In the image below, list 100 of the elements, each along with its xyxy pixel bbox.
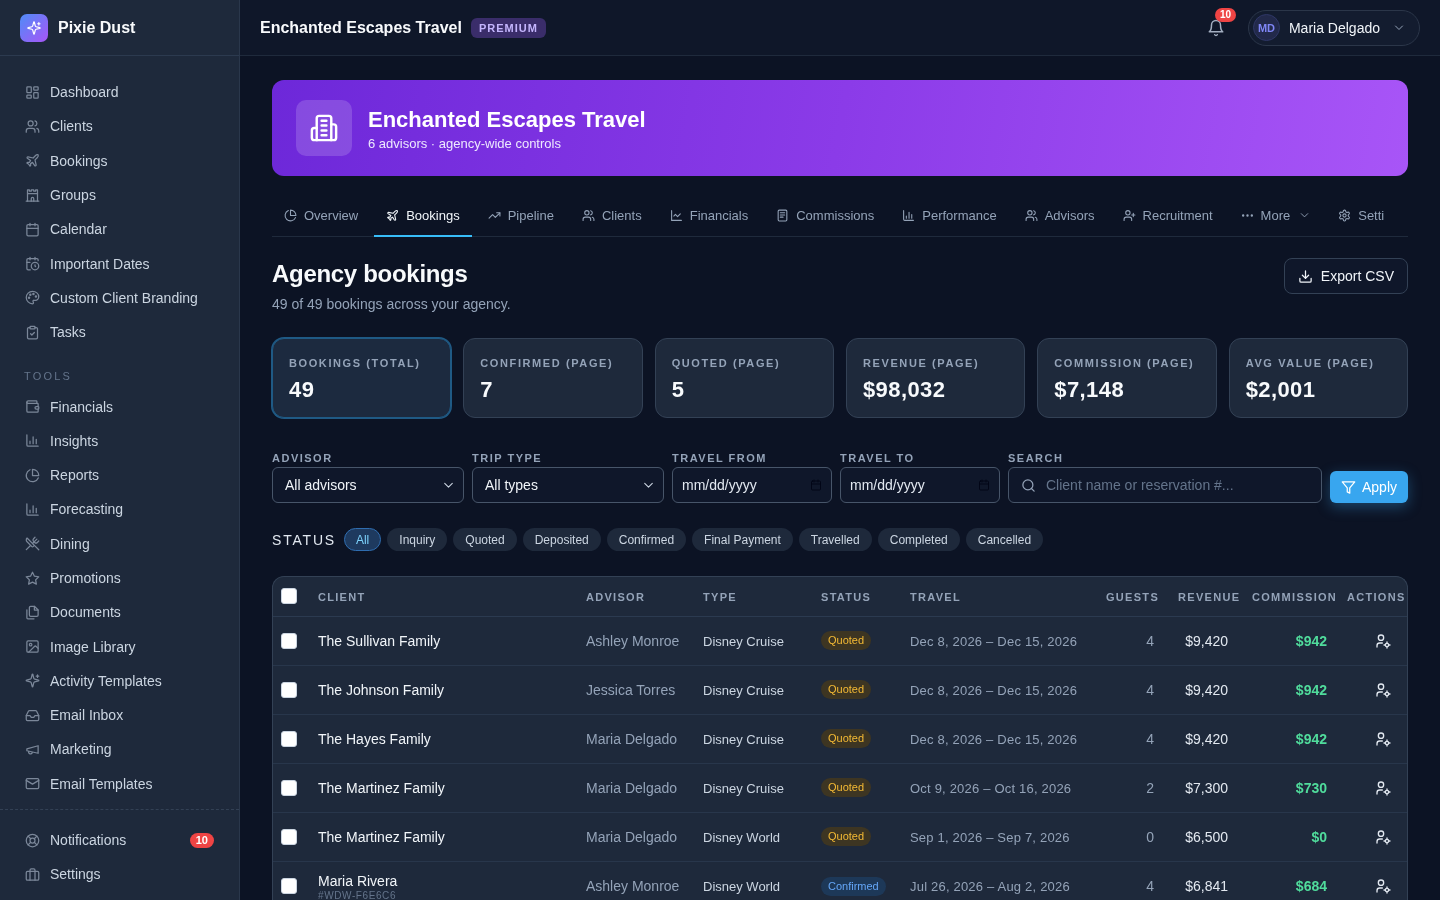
nav-link[interactable]: Bookings bbox=[0, 143, 239, 178]
user-gear-icon[interactable] bbox=[1375, 632, 1391, 649]
stat-card[interactable]: COMMISSION (PAGE) $7,148 bbox=[1037, 338, 1217, 418]
nav-link[interactable]: Forecasting bbox=[0, 492, 239, 527]
stat-card[interactable]: BOOKINGS (TOTAL) 49 bbox=[272, 338, 452, 418]
image-icon bbox=[25, 639, 40, 655]
tab[interactable]: Advisors bbox=[1012, 196, 1107, 237]
client-name: Maria Rivera bbox=[318, 871, 399, 890]
export-button[interactable]: Export CSV bbox=[1283, 258, 1408, 294]
download-icon bbox=[1297, 268, 1313, 284]
user-gear-icon[interactable] bbox=[1375, 878, 1391, 895]
filter-label: TRIP TYPE bbox=[472, 452, 544, 465]
nav-link[interactable]: Dining bbox=[0, 526, 239, 561]
user-gear-icon[interactable] bbox=[1375, 681, 1391, 698]
stat-card[interactable]: AVG VALUE (PAGE) $2,001 bbox=[1228, 338, 1408, 418]
tab[interactable]: Clients bbox=[569, 196, 654, 237]
nav-link[interactable]: Groups bbox=[0, 177, 239, 213]
status-badge: Confirmed bbox=[821, 876, 886, 896]
checkbox[interactable] bbox=[281, 681, 297, 698]
bell-icon[interactable] bbox=[1206, 18, 1225, 37]
nav-link[interactable]: Financials bbox=[0, 389, 239, 424]
agency-name: Enchanted Escapes Travel bbox=[260, 18, 462, 37]
travel-dates: Dec 8, 2026 – Dec 15, 2026 bbox=[910, 633, 1078, 649]
guest-count: 4 bbox=[1146, 681, 1154, 698]
stat-label: REVENUE (PAGE) bbox=[863, 356, 981, 370]
status-chip[interactable]: Quoted bbox=[453, 528, 517, 551]
status-badge: Quoted bbox=[821, 631, 872, 650]
checkbox[interactable] bbox=[281, 588, 297, 605]
wallet-icon bbox=[25, 399, 40, 414]
column-header: TRAVEL bbox=[910, 591, 961, 604]
status-chip[interactable]: Travelled bbox=[798, 528, 872, 551]
status-chip[interactable]: Completed bbox=[877, 528, 960, 551]
status-chip[interactable]: All bbox=[343, 528, 382, 551]
tab[interactable]: Setti bbox=[1326, 196, 1397, 237]
nav-link[interactable]: Email Inbox bbox=[0, 698, 239, 733]
nav-link[interactable]: Calendar bbox=[0, 212, 239, 247]
nav-link[interactable]: Dashboard bbox=[0, 75, 239, 110]
nav-link[interactable]: Reports bbox=[0, 457, 239, 493]
nav-link[interactable]: Clients bbox=[0, 109, 239, 144]
nav-link[interactable]: Image Library bbox=[0, 629, 239, 664]
tab[interactable]: Pipeline bbox=[475, 196, 566, 237]
column-header: TYPE bbox=[703, 591, 737, 604]
client-name: The Hayes Family bbox=[318, 729, 432, 748]
stat-card[interactable]: CONFIRMED (PAGE) 7 bbox=[463, 338, 643, 418]
user-gear-icon[interactable] bbox=[1375, 828, 1391, 845]
status-chip[interactable]: Confirmed bbox=[606, 528, 687, 551]
stat-card[interactable]: QUOTED (PAGE) 5 bbox=[654, 338, 834, 418]
status-chip[interactable]: Cancelled bbox=[965, 528, 1044, 551]
checkbox[interactable] bbox=[281, 632, 297, 649]
checkbox[interactable] bbox=[281, 878, 297, 895]
users-icon bbox=[581, 209, 595, 222]
search-field[interactable]: Client name or reservation #... bbox=[1008, 467, 1322, 503]
stat-card[interactable]: REVENUE (PAGE) $98,032 bbox=[846, 338, 1026, 418]
travel-dates: Sep 1, 2026 – Sep 7, 2026 bbox=[910, 829, 1070, 845]
dropdown[interactable]: All types bbox=[472, 467, 664, 503]
date-field[interactable]: mm/dd/yyyy bbox=[672, 467, 832, 503]
status-chip[interactable]: Final Payment bbox=[692, 528, 793, 551]
checkbox[interactable] bbox=[281, 779, 297, 796]
column-header: STATUS bbox=[821, 591, 872, 604]
building-icon bbox=[296, 100, 352, 156]
tab[interactable]: Financials bbox=[657, 196, 761, 237]
trip-type: Disney Cruise bbox=[703, 633, 784, 649]
user-gear-icon[interactable] bbox=[1375, 779, 1391, 796]
nav-link[interactable]: Marketing bbox=[0, 732, 239, 767]
nav-link[interactable]: Activity Templates bbox=[0, 663, 239, 699]
commission-amount: $942 bbox=[1295, 632, 1327, 649]
tab[interactable]: Recruitment bbox=[1110, 196, 1225, 237]
nav-link[interactable]: Important Dates bbox=[0, 246, 239, 281]
nav-link[interactable]: Documents bbox=[0, 595, 239, 630]
utensils-icon bbox=[25, 536, 40, 552]
nav-link[interactable]: Email Templates bbox=[0, 766, 239, 801]
user-gear-icon[interactable] bbox=[1375, 730, 1391, 747]
nav-link[interactable]: Insights bbox=[0, 423, 239, 458]
tab[interactable]: Overview bbox=[272, 196, 371, 237]
guest-count: 0 bbox=[1146, 828, 1154, 845]
commission-amount: $942 bbox=[1295, 681, 1327, 698]
nav-link[interactable]: Notifications 10 bbox=[0, 822, 239, 858]
nav-link[interactable]: Tasks bbox=[0, 315, 239, 350]
checkbox[interactable] bbox=[281, 730, 297, 747]
nav-link[interactable]: Settings bbox=[0, 857, 239, 892]
status-chip[interactable]: Inquiry bbox=[387, 528, 448, 551]
tab[interactable]: More bbox=[1228, 196, 1323, 237]
client-name: The Martinez Family bbox=[318, 827, 446, 846]
lifebuoy-icon bbox=[25, 832, 40, 848]
user-menu[interactable]: MD Maria Delgado bbox=[1247, 9, 1420, 46]
tab[interactable]: Bookings bbox=[374, 196, 472, 237]
mail-icon bbox=[25, 776, 40, 792]
star-icon bbox=[25, 570, 40, 586]
nav-link[interactable]: Custom Client Branding bbox=[0, 280, 239, 316]
nav-link[interactable]: Promotions bbox=[0, 560, 239, 596]
date-field[interactable]: mm/dd/yyyy bbox=[840, 467, 1000, 503]
checkbox[interactable] bbox=[281, 828, 297, 845]
dropdown[interactable]: All advisors bbox=[272, 467, 464, 503]
filter-icon bbox=[1341, 479, 1356, 495]
trip-type: Disney World bbox=[703, 829, 781, 845]
sparkles-icon bbox=[25, 673, 40, 689]
status-chip[interactable]: Deposited bbox=[522, 528, 601, 551]
tab[interactable]: Performance bbox=[890, 196, 1009, 237]
receipt-icon bbox=[776, 209, 790, 222]
tab[interactable]: Commissions bbox=[764, 196, 887, 237]
